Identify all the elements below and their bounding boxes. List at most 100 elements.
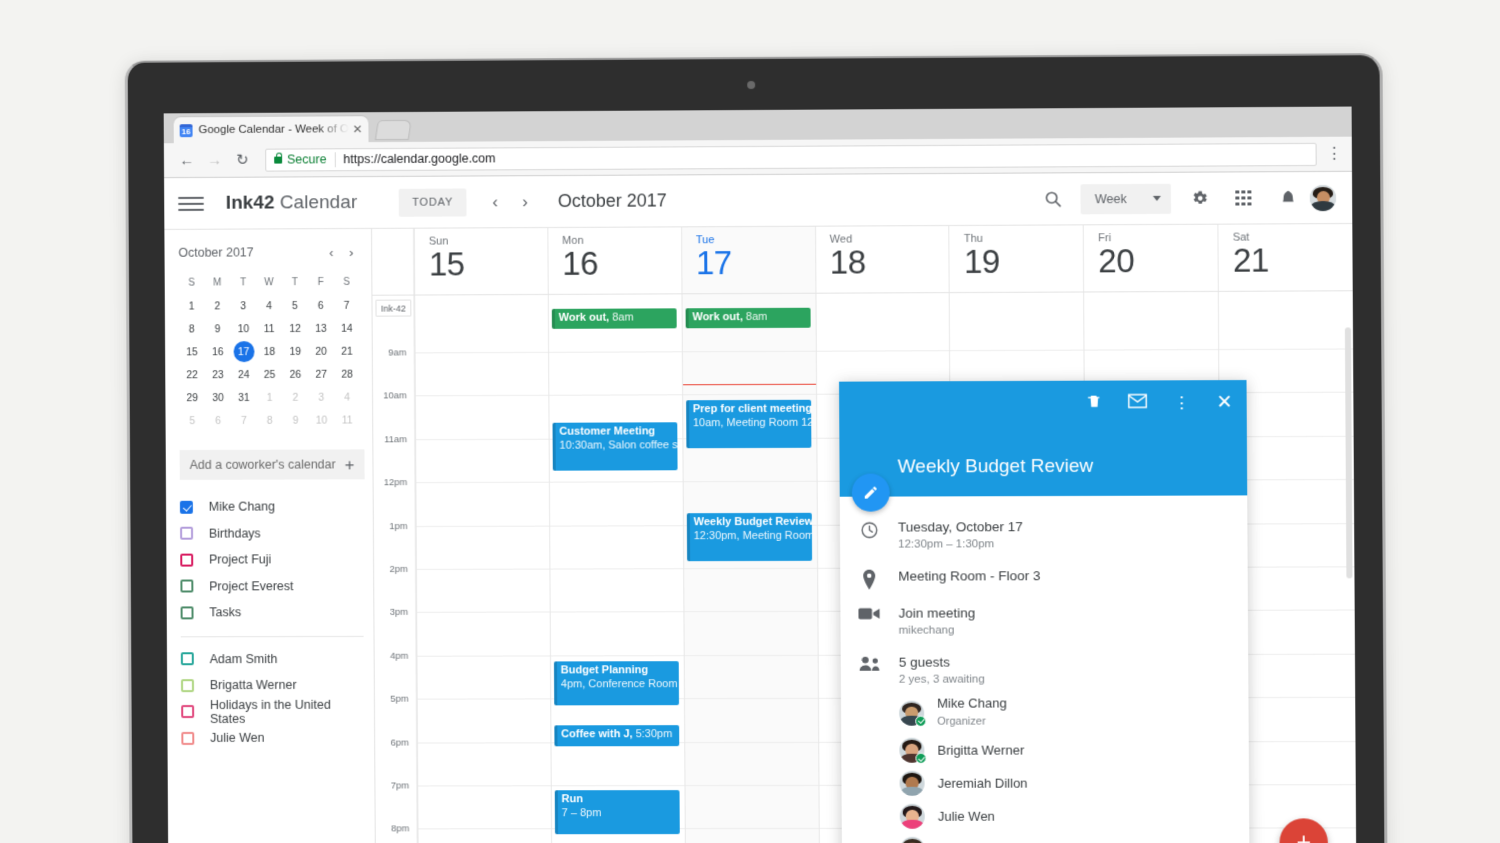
browser-menu-icon[interactable]: ⋮: [1327, 144, 1342, 161]
mini-day-cell[interactable]: 2: [283, 386, 309, 409]
mini-day-cell[interactable]: 20: [308, 340, 334, 363]
calendar-event[interactable]: Run 7 – 8pm: [554, 790, 680, 835]
guest-item[interactable]: Jeremiah Dillon: [899, 770, 1232, 796]
day-column[interactable]: Work out, 8am Prep for client meeting 10a…: [681, 293, 819, 843]
pencil-icon[interactable]: [851, 473, 890, 512]
day-header[interactable]: Thu 19: [948, 225, 1084, 293]
search-icon[interactable]: [1031, 189, 1075, 208]
mini-day-cell[interactable]: 13: [308, 317, 334, 340]
mini-day-cell[interactable]: 3: [230, 294, 256, 317]
guest-item[interactable]: Joe Smith: [899, 836, 1233, 843]
calendar-checkbox[interactable]: [181, 731, 195, 745]
mini-day-cell[interactable]: 9: [205, 317, 231, 340]
forward-arrow-icon[interactable]: →: [202, 147, 228, 173]
back-arrow-icon[interactable]: ←: [174, 147, 200, 173]
calendar-list-item[interactable]: Project Fuji: [180, 546, 363, 573]
mini-calendar[interactable]: SMTWTFS 1 2 3 4 5 6 7 8 9 10 11 12 13 14 15 16 17 18 19 20 2…: [179, 271, 361, 432]
mini-day-cell[interactable]: 10: [230, 317, 256, 340]
calendar-list-item[interactable]: Adam Smith: [180, 645, 364, 672]
mini-day-cell[interactable]: 9: [283, 409, 309, 432]
address-bar[interactable]: Secure https://calendar.google.com: [265, 142, 1317, 172]
notification-bell-icon[interactable]: [1265, 188, 1309, 207]
mini-day-cell[interactable]: 18: [256, 340, 282, 363]
calendar-event[interactable]: Weekly Budget Review 12:30pm, Meeting Roo…: [686, 512, 812, 562]
calendar-list-item[interactable]: Project Everest: [180, 573, 363, 600]
mini-day-cell[interactable]: 6: [308, 294, 334, 317]
calendar-checkbox[interactable]: [181, 678, 194, 692]
mini-day-cell[interactable]: 30: [205, 386, 231, 409]
tab-close-icon[interactable]: ✕: [352, 122, 362, 136]
mini-day-cell[interactable]: 1: [179, 295, 205, 318]
mini-day-cell[interactable]: 28: [334, 363, 360, 386]
mini-day-cell[interactable]: 7: [231, 409, 257, 432]
mini-day-cell[interactable]: 2: [204, 294, 230, 317]
guest-item[interactable]: Julie Wen: [899, 803, 1233, 829]
mini-day-cell[interactable]: 15: [179, 340, 205, 363]
mini-next-icon[interactable]: ›: [341, 244, 361, 259]
apps-grid-icon[interactable]: [1221, 190, 1265, 206]
calendar-list-item[interactable]: Tasks: [180, 599, 364, 626]
mini-day-cell[interactable]: 27: [308, 363, 334, 386]
calendar-checkbox[interactable]: [180, 606, 194, 620]
calendar-event[interactable]: Customer Meeting 10:30am, Salon coffee s: [552, 422, 678, 471]
calendar-checkbox[interactable]: [181, 705, 195, 719]
mini-day-cell[interactable]: 12: [282, 317, 308, 340]
mini-day-cell[interactable]: 8: [179, 317, 205, 340]
gear-icon[interactable]: [1177, 189, 1221, 208]
event-join-title[interactable]: Join meeting: [898, 604, 1231, 623]
calendar-list-item[interactable]: Birthdays: [180, 520, 363, 547]
mini-day-cell[interactable]: 16: [205, 340, 231, 363]
mini-day-cell[interactable]: 26: [282, 363, 308, 386]
close-icon[interactable]: ✕: [1216, 393, 1232, 414]
mini-day-cell[interactable]: 31: [231, 386, 257, 409]
mini-day-cell[interactable]: 1: [257, 386, 283, 409]
avatar[interactable]: [1309, 184, 1337, 211]
mini-day-cell[interactable]: 7: [334, 294, 360, 317]
mini-day-cell[interactable]: 23: [205, 363, 231, 386]
mini-day-cell[interactable]: 4: [256, 294, 282, 317]
calendar-list-item[interactable]: Julie Wen: [181, 725, 364, 752]
next-week-button[interactable]: ›: [510, 192, 540, 212]
plus-icon[interactable]: +: [345, 455, 355, 474]
mini-day-cell[interactable]: 11: [334, 408, 360, 431]
day-header[interactable]: Mon 16: [547, 227, 682, 294]
calendar-checkbox[interactable]: [179, 500, 193, 514]
calendar-checkbox[interactable]: [180, 579, 194, 593]
calendar-event[interactable]: Work out, 8am: [551, 308, 677, 329]
new-tab-button[interactable]: [374, 119, 412, 141]
mini-day-cell[interactable]: 10: [308, 409, 334, 432]
calendar-event[interactable]: Work out, 8am: [685, 307, 811, 329]
mini-day-cell[interactable]: 24: [231, 363, 257, 386]
mini-day-cell[interactable]: 3: [308, 386, 334, 409]
envelope-icon[interactable]: [1128, 393, 1147, 413]
reload-icon[interactable]: ↻: [229, 147, 255, 173]
view-select[interactable]: Week: [1080, 183, 1172, 214]
calendar-list-item[interactable]: Holidays in the United States: [181, 698, 364, 726]
three-dot-menu-icon[interactable]: ⋮: [1173, 393, 1190, 412]
calendar-checkbox[interactable]: [180, 526, 194, 540]
mini-day-cell[interactable]: 8: [257, 409, 283, 432]
day-header[interactable]: Fri 20: [1083, 224, 1218, 292]
add-coworker-calendar-input[interactable]: Add a coworker's calendar +: [179, 449, 365, 480]
day-header[interactable]: Sat 21: [1217, 223, 1353, 291]
calendar-checkbox[interactable]: [180, 553, 194, 567]
calendar-event[interactable]: Prep for client meeting 10am, Meeting Roo…: [685, 399, 811, 449]
trash-icon[interactable]: [1087, 393, 1102, 415]
mini-day-cell[interactable]: 29: [179, 386, 205, 409]
mini-day-cell[interactable]: 25: [257, 363, 283, 386]
mini-prev-icon[interactable]: ‹: [321, 245, 341, 260]
day-header[interactable]: Tue 17: [680, 226, 816, 294]
mini-day-cell[interactable]: 5: [179, 409, 205, 432]
today-button[interactable]: TODAY: [399, 188, 467, 217]
mini-day-cell[interactable]: 4: [334, 386, 360, 409]
guest-item[interactable]: Mike Chang Organizer: [899, 695, 1233, 730]
mini-day-cell[interactable]: 17: [231, 340, 257, 363]
day-column[interactable]: Work out, 8am Customer Meeting 10:30am, S…: [547, 294, 685, 843]
calendar-list-item[interactable]: Brigatta Werner: [181, 672, 364, 699]
calendar-list-item[interactable]: Mike Chang: [179, 493, 363, 520]
day-header[interactable]: Sun 15: [413, 228, 548, 295]
prev-week-button[interactable]: ‹: [480, 192, 510, 212]
mini-day-cell[interactable]: 14: [334, 317, 360, 340]
browser-tab[interactable]: 16 Google Calendar - Week of Oc ✕: [173, 116, 369, 144]
mini-day-cell[interactable]: 21: [334, 340, 360, 363]
